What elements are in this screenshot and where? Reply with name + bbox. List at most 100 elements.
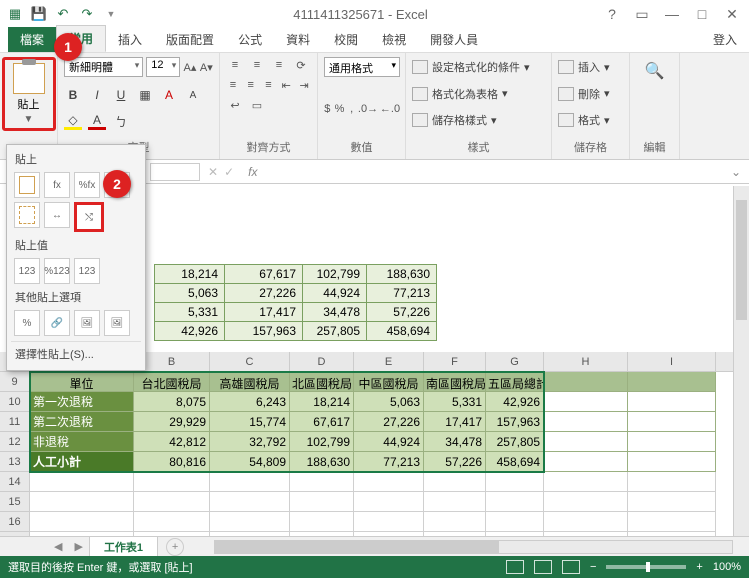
- cell[interactable]: [134, 472, 210, 492]
- col-header-D[interactable]: D: [290, 352, 354, 371]
- paste-opt-linked-pic[interactable]: 🖼: [104, 310, 130, 336]
- font-grow-icon[interactable]: A: [160, 88, 178, 102]
- paste-special-link[interactable]: 選擇性貼上(S)...: [11, 341, 141, 366]
- paste-opt-all[interactable]: [14, 172, 40, 198]
- align-middle-icon[interactable]: ≡: [248, 57, 266, 73]
- paste-opt-picture[interactable]: 🖼: [74, 310, 100, 336]
- row-header[interactable]: 10: [0, 392, 30, 412]
- ribbon-options-icon[interactable]: ▭: [631, 6, 653, 23]
- paste-button[interactable]: 貼上 ▼: [7, 62, 51, 126]
- row-header[interactable]: 9: [0, 372, 30, 392]
- tab-layout[interactable]: 版面配置: [154, 27, 226, 52]
- col-header-F[interactable]: F: [424, 352, 486, 371]
- data-cell[interactable]: 458,694: [486, 452, 544, 472]
- cell[interactable]: [628, 372, 716, 392]
- table-header-cell[interactable]: 北區國稅局: [290, 372, 354, 392]
- cell[interactable]: [290, 492, 354, 512]
- chevron-down-icon[interactable]: ▼: [24, 114, 34, 125]
- cell[interactable]: [544, 472, 628, 492]
- align-right-icon[interactable]: ≡: [262, 77, 276, 93]
- table-header-cell[interactable]: 台北國稅局: [134, 372, 210, 392]
- comma-icon[interactable]: ,: [348, 101, 355, 117]
- increase-font-icon[interactable]: A▴: [183, 61, 196, 74]
- format-as-table-button[interactable]: 格式化為表格▾: [412, 84, 545, 104]
- minimize-icon[interactable]: —: [661, 6, 683, 22]
- phonetic-button[interactable]: ㄅ: [112, 113, 130, 130]
- cell[interactable]: [210, 512, 290, 532]
- fill-color-button[interactable]: ◇: [64, 113, 82, 130]
- data-cell[interactable]: 77,213: [354, 452, 424, 472]
- insert-cells-button[interactable]: 插入▾: [558, 57, 623, 77]
- cell[interactable]: [486, 492, 544, 512]
- decrease-decimal-icon[interactable]: ←.0: [381, 101, 399, 117]
- table-header-cell[interactable]: 五區局總計: [486, 372, 544, 392]
- data-cell[interactable]: 67,617: [290, 412, 354, 432]
- cell[interactable]: [210, 492, 290, 512]
- font-size-select[interactable]: 12: [146, 57, 180, 77]
- indent-decrease-icon[interactable]: ⇤: [279, 77, 293, 93]
- paste-opt-values-src[interactable]: 123: [74, 258, 100, 284]
- save-icon[interactable]: 💾: [30, 5, 48, 23]
- cell[interactable]: [30, 512, 134, 532]
- bold-button[interactable]: B: [64, 88, 82, 102]
- increase-decimal-icon[interactable]: .0→: [359, 101, 377, 117]
- cell[interactable]: [290, 512, 354, 532]
- data-cell[interactable]: 54,809: [210, 452, 290, 472]
- maximize-icon[interactable]: □: [691, 6, 713, 22]
- currency-icon[interactable]: $: [324, 101, 331, 117]
- row-header[interactable]: 15: [0, 492, 30, 512]
- decrease-font-icon[interactable]: A▾: [200, 61, 213, 74]
- paste-opt-formulas[interactable]: fx: [44, 172, 70, 198]
- cell[interactable]: [424, 512, 486, 532]
- expand-formula-icon[interactable]: ⌄: [731, 165, 749, 179]
- number-format-select[interactable]: 通用格式: [324, 57, 400, 77]
- data-cell[interactable]: 18,214: [290, 392, 354, 412]
- tab-insert[interactable]: 插入: [106, 27, 154, 52]
- qat-dropdown-icon[interactable]: ▼: [102, 5, 120, 23]
- table-header-cell[interactable]: 單位: [30, 372, 134, 392]
- cell[interactable]: [544, 492, 628, 512]
- italic-button[interactable]: I: [88, 88, 106, 102]
- font-color-button[interactable]: A: [88, 113, 106, 130]
- cell[interactable]: [354, 512, 424, 532]
- table-header-cell[interactable]: 中區國稅局: [354, 372, 424, 392]
- zoom-level[interactable]: 100%: [713, 561, 741, 573]
- help-icon[interactable]: ?: [601, 6, 623, 22]
- tab-formula[interactable]: 公式: [226, 27, 274, 52]
- cancel-icon[interactable]: ✕: [208, 165, 218, 179]
- data-cell[interactable]: 5,331: [424, 392, 486, 412]
- vertical-scrollbar[interactable]: [733, 186, 749, 536]
- indent-increase-icon[interactable]: ⇥: [297, 77, 311, 93]
- row-header[interactable]: 12: [0, 432, 30, 452]
- redo-icon[interactable]: ↷: [78, 5, 96, 23]
- font-shrink-icon[interactable]: A: [184, 90, 202, 101]
- horizontal-scrollbar[interactable]: [214, 540, 733, 554]
- fx-icon[interactable]: fx: [248, 165, 257, 179]
- data-cell[interactable]: 32,792: [210, 432, 290, 452]
- tab-developer[interactable]: 開發人員: [418, 27, 490, 52]
- data-cell[interactable]: 42,926: [486, 392, 544, 412]
- cell[interactable]: [628, 492, 716, 512]
- normal-view-icon[interactable]: [506, 560, 524, 574]
- add-sheet-button[interactable]: +: [166, 538, 184, 556]
- zoom-slider[interactable]: [606, 565, 686, 569]
- login-link[interactable]: 登入: [701, 27, 749, 52]
- row-header[interactable]: 13: [0, 452, 30, 472]
- wrap-text-icon[interactable]: ↩: [226, 97, 244, 113]
- page-layout-view-icon[interactable]: [534, 560, 552, 574]
- orientation-icon[interactable]: ⟳: [292, 57, 310, 73]
- name-box[interactable]: [150, 163, 200, 181]
- tab-view[interactable]: 檢視: [370, 27, 418, 52]
- data-cell[interactable]: 8,075: [134, 392, 210, 412]
- cell[interactable]: [424, 472, 486, 492]
- cell[interactable]: [486, 512, 544, 532]
- row-label-cell[interactable]: 第一次退稅: [30, 392, 134, 412]
- cell[interactable]: [134, 492, 210, 512]
- data-cell[interactable]: 80,816: [134, 452, 210, 472]
- data-cell[interactable]: 157,963: [486, 412, 544, 432]
- cell[interactable]: [628, 392, 716, 412]
- delete-cells-button[interactable]: 刪除▾: [558, 84, 623, 104]
- data-cell[interactable]: 257,805: [486, 432, 544, 452]
- col-header-C[interactable]: C: [210, 352, 290, 371]
- cell[interactable]: [210, 472, 290, 492]
